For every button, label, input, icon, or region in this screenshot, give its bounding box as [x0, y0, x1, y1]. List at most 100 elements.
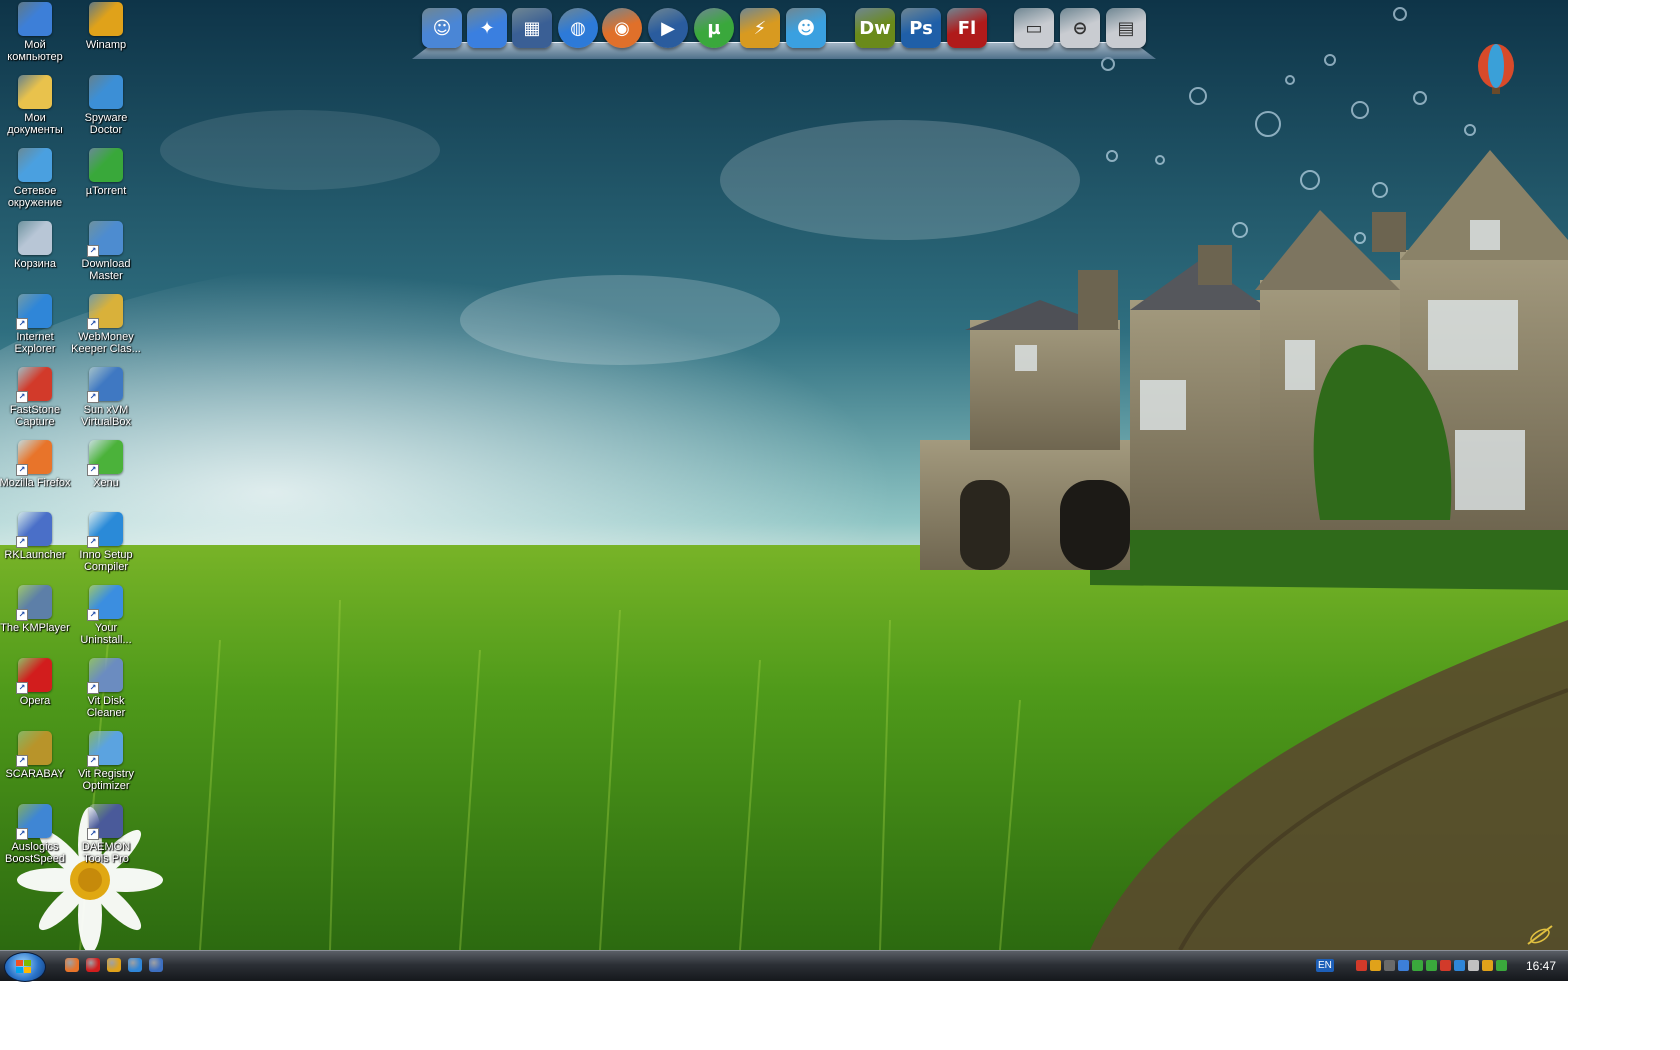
- rklauncher-icon: ↗: [16, 512, 52, 548]
- tray-utorrent-icon[interactable]: [1426, 960, 1437, 971]
- desktop-icon-label: Корзина: [14, 258, 56, 270]
- dock-flash-icon[interactable]: Fl: [947, 8, 987, 48]
- desktop-icon[interactable]: ↗ The KMPlayer: [0, 585, 71, 634]
- desktop-icon[interactable]: Корзина: [0, 221, 71, 270]
- desktop-icon[interactable]: ↗ DAEMON Tools Pro: [70, 804, 142, 865]
- desktop-icon[interactable]: ↗ Opera: [0, 658, 71, 707]
- corner-satellite-icon[interactable]: [1526, 924, 1554, 946]
- start-button[interactable]: [4, 952, 46, 982]
- desktop-icon[interactable]: ↗ Download Master: [70, 221, 142, 282]
- desktop-icon[interactable]: Мой компьютер: [0, 2, 71, 63]
- desktop-wallpaper: [0, 0, 1568, 950]
- desktop-icon-label: Inno Setup Compiler: [79, 549, 133, 573]
- desktop-icon[interactable]: ↗ SCARABAY: [0, 731, 71, 780]
- scarabay-icon: ↗: [16, 731, 52, 767]
- quick-launch-opera-icon[interactable]: [86, 958, 100, 972]
- desktop-icon[interactable]: ↗ Xenu: [70, 440, 142, 489]
- dock-window-manager-icon[interactable]: ▦: [512, 8, 552, 48]
- tray-winamp-icon[interactable]: [1370, 960, 1381, 971]
- faststone-icon: ↗: [16, 367, 52, 403]
- desktop-icon[interactable]: ↗ Vit Registry Optimizer: [70, 731, 142, 792]
- disk-cleaner-icon: ↗: [87, 658, 123, 694]
- inno-setup-icon: ↗: [87, 512, 123, 548]
- desktop-icon[interactable]: ↗ Auslogics BoostSpeed: [0, 804, 71, 865]
- dock-firefox-icon[interactable]: ◉: [602, 8, 642, 48]
- desktop-icon[interactable]: ↗ WebMoney Keeper Clas...: [70, 294, 142, 355]
- registry-optimizer-icon: ↗: [87, 731, 123, 767]
- taskbar-clock[interactable]: 16:47: [1526, 959, 1556, 973]
- quick-launch-winamp-icon[interactable]: [107, 958, 121, 972]
- dock-network-globe-icon[interactable]: ◍: [558, 8, 598, 48]
- desktop-icon-label: Download Master: [81, 258, 131, 282]
- tray-safely-remove-icon[interactable]: [1496, 960, 1507, 971]
- shortcut-arrow-icon: ↗: [16, 755, 28, 767]
- dock-dreamweaver-icon[interactable]: Dw: [855, 8, 895, 48]
- tray-network-icon[interactable]: [1398, 960, 1409, 971]
- shortcut-arrow-icon: ↗: [87, 245, 99, 257]
- dock-card-reader-icon[interactable]: ▤: [1106, 8, 1146, 48]
- application-dock: ☺ ✦ ▦ ◍ ◉ ▶ µ ⚡ ☻ Dw Ps Fl ▭ ⊖ ▤: [412, 2, 1156, 60]
- dock-drive-icon[interactable]: ▭: [1014, 8, 1054, 48]
- desktop-icon-label: RKLauncher: [4, 549, 66, 561]
- desktop-icon-label: Vit Registry Optimizer: [77, 768, 135, 792]
- desktop-icon[interactable]: ↗ FastStone Capture: [0, 367, 71, 428]
- quick-launch-internet-explorer-icon[interactable]: [128, 958, 142, 972]
- dock-drive-eject-icon[interactable]: ⊖: [1060, 8, 1100, 48]
- desktop-icon-label: Сетевое окружение: [7, 185, 63, 209]
- desktop-icon[interactable]: ↗ Inno Setup Compiler: [70, 512, 142, 573]
- desktop-icon-label: Winamp: [85, 39, 127, 51]
- opera-icon: ↗: [16, 658, 52, 694]
- recycle-bin-icon: [18, 221, 52, 255]
- dock-messenger-icon[interactable]: ☻: [786, 8, 826, 48]
- spyware-doctor-icon: [89, 75, 123, 109]
- shortcut-arrow-icon: ↗: [16, 391, 28, 403]
- desktop-icon[interactable]: Мои документы: [0, 75, 71, 136]
- shortcut-arrow-icon: ↗: [87, 682, 99, 694]
- desktop-icon-label: Sun xVM VirtualBox: [81, 404, 131, 428]
- desktop-icon-label: FastStone Capture: [9, 404, 61, 428]
- tray-security-icon[interactable]: [1440, 960, 1451, 971]
- internet-explorer-icon: ↗: [16, 294, 52, 330]
- desktop-icon[interactable]: ↗ Mozilla Firefox: [0, 440, 71, 489]
- tray-messenger-icon[interactable]: [1482, 960, 1493, 971]
- download-master-icon: ↗: [87, 221, 123, 257]
- shortcut-arrow-icon: ↗: [16, 682, 28, 694]
- daemon-tools-icon: ↗: [87, 804, 123, 840]
- desktop-icon[interactable]: ↗ Internet Explorer: [0, 294, 71, 355]
- network-icon: [18, 148, 52, 182]
- shortcut-arrow-icon: ↗: [87, 755, 99, 767]
- desktop-icon[interactable]: ↗ RKLauncher: [0, 512, 71, 561]
- desktop-icon-label: WebMoney Keeper Clas...: [71, 331, 141, 355]
- dock-utorrent-icon[interactable]: µ: [694, 8, 734, 48]
- desktop-icon[interactable]: ↗ Your Uninstall...: [70, 585, 142, 646]
- tray-icq-icon[interactable]: [1412, 960, 1423, 971]
- dock-winamp-icon[interactable]: ⚡: [740, 8, 780, 48]
- dock-media-player-icon[interactable]: ▶: [648, 8, 688, 48]
- desktop-icon-label: Vit Disk Cleaner: [86, 695, 126, 719]
- shortcut-arrow-icon: ↗: [16, 536, 28, 548]
- dock-finder-icon[interactable]: ☺: [422, 8, 462, 48]
- desktop-icon[interactable]: Winamp: [70, 2, 142, 51]
- kmplayer-icon: ↗: [16, 585, 52, 621]
- dock-photoshop-icon[interactable]: Ps: [901, 8, 941, 48]
- desktop-icon[interactable]: ↗ Sun xVM VirtualBox: [70, 367, 142, 428]
- dock-safari-icon[interactable]: ✦: [467, 8, 507, 48]
- tray-ie-icon[interactable]: [1454, 960, 1465, 971]
- windows-logo-icon: [16, 960, 31, 973]
- quick-launch-show-desktop-icon[interactable]: [149, 958, 163, 972]
- quick-launch-firefox-icon[interactable]: [65, 958, 79, 972]
- tray-speaker-icon[interactable]: [1468, 960, 1479, 971]
- desktop-icon[interactable]: ↗ Vit Disk Cleaner: [70, 658, 142, 719]
- desktop-icon-label: Internet Explorer: [14, 331, 56, 355]
- documents-folder-icon: [18, 75, 52, 109]
- boostspeed-icon: ↗: [16, 804, 52, 840]
- tray-antivirus-icon[interactable]: [1356, 960, 1367, 971]
- shortcut-arrow-icon: ↗: [16, 464, 28, 476]
- desktop-icon[interactable]: µTorrent: [70, 148, 142, 197]
- desktop-icon[interactable]: Сетевое окружение: [0, 148, 71, 209]
- shortcut-arrow-icon: ↗: [16, 828, 28, 840]
- desktop-icon[interactable]: Spyware Doctor: [70, 75, 142, 136]
- desktop-icon-label: µTorrent: [85, 185, 127, 197]
- tray-daemon-icon[interactable]: [1384, 960, 1395, 971]
- winamp-icon: [89, 2, 123, 36]
